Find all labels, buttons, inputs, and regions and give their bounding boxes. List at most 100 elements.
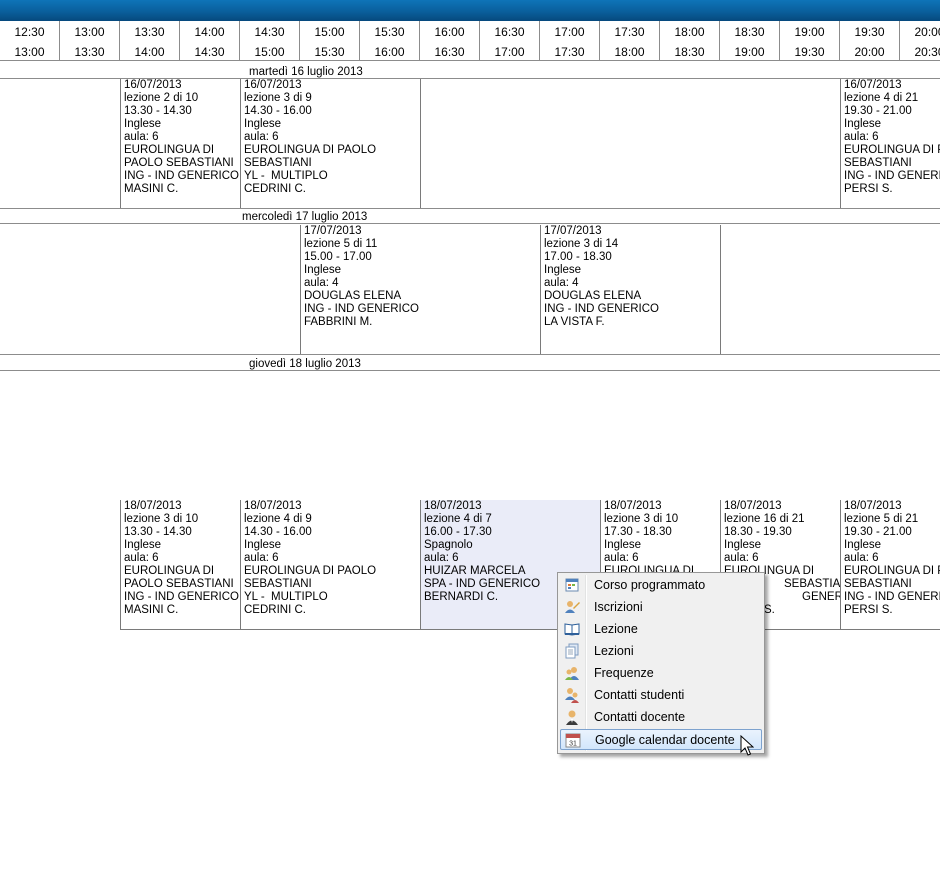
lesson-cell[interactable]: 16/07/2013 lezione 4 di 21 19.30 - 21.00 In… xyxy=(840,79,940,208)
timeslot: 13:00 13:30 xyxy=(60,21,120,61)
lesson-cell[interactable]: 16/07/2013 lezione 3 di 9 14.30 - 16.00 Ing… xyxy=(240,79,421,208)
lesson-number: lezione 3 di 10 xyxy=(124,513,199,525)
timeslot-end: 17:30 xyxy=(554,45,585,59)
lesson-client: EUROLINGUA DI xyxy=(124,144,215,156)
mouse-cursor-icon xyxy=(740,735,754,756)
lesson-student: FABBRINI M. xyxy=(304,316,373,328)
timeslot: 12:30 13:00 xyxy=(0,21,60,61)
lesson-client: EUROLINGUA DI xyxy=(124,565,215,577)
lesson-room: aula: 6 xyxy=(424,552,459,564)
lesson-client: EUROLINGUA DI PAOLO xyxy=(244,144,377,156)
timeslot-end: 20:00 xyxy=(854,45,885,59)
lesson-course: ING - IND GENERICO xyxy=(844,591,940,603)
timeslot-end: 19:30 xyxy=(794,45,825,59)
lesson-room: aula: 6 xyxy=(244,552,279,564)
lesson-date: 18/07/2013 xyxy=(424,500,482,512)
lesson-cell[interactable]: 17/07/2013 lezione 3 di 14 17.00 - 18.30 In… xyxy=(540,225,721,354)
timeslot: 19:30 20:00 xyxy=(840,21,900,61)
timeslot: 15:30 16:00 xyxy=(360,21,420,61)
timeslot-end: 20:30 xyxy=(914,45,940,59)
menu-item-corso-programmato[interactable]: Corso programmato xyxy=(560,575,762,596)
lesson-time: 17.30 - 18.30 xyxy=(604,526,672,538)
lesson-time: 18.30 - 19.30 xyxy=(724,526,792,538)
timeslot: 19:00 19:30 xyxy=(780,21,840,61)
lesson-room: aula: 4 xyxy=(544,277,579,289)
timeslot-start: 13:30 xyxy=(134,25,165,39)
timeslot-start: 19:00 xyxy=(794,25,825,39)
lesson-language: Inglese xyxy=(604,539,642,551)
lesson-time: 19.30 - 21.00 xyxy=(844,105,912,117)
menu-item-frequenze[interactable]: Frequenze xyxy=(560,663,762,684)
pages-icon xyxy=(564,643,580,659)
lesson-course: ING - IND GENERICO xyxy=(544,303,660,315)
lesson-date: 18/07/2013 xyxy=(244,500,302,512)
timeslot: 16:30 17:00 xyxy=(480,21,540,61)
lesson-language: Inglese xyxy=(304,264,342,276)
day-header: martedì 16 luglio 2013 xyxy=(0,66,940,79)
timeslot-start: 18:30 xyxy=(734,25,765,39)
lesson-client: SEBASTIANI xyxy=(844,578,912,590)
lesson-room: aula: 6 xyxy=(844,552,879,564)
lesson-time: 13.30 - 14.30 xyxy=(124,105,192,117)
lesson-language: Spagnolo xyxy=(424,539,473,551)
lesson-course: ING - IND GENERICO xyxy=(124,170,240,182)
lesson-language: Inglese xyxy=(244,118,282,130)
lesson-client: SEBASTIANI xyxy=(844,157,912,169)
lesson-cell[interactable]: 16/07/2013 lezione 2 di 10 13.30 - 14.30 In… xyxy=(120,79,241,208)
timeslot-end: 14:30 xyxy=(194,45,225,59)
lesson-teacher: MASINI C. xyxy=(124,604,179,616)
lesson-course: ING - IND GENERICO xyxy=(844,170,940,182)
lesson-client: SEBASTIANI xyxy=(244,157,312,169)
menu-item-label: Google calendar docente xyxy=(595,733,735,747)
timeslot-end: 18:30 xyxy=(674,45,705,59)
menu-item-contatti-docente[interactable]: Contatti docente xyxy=(560,707,762,728)
timeslot-start: 16:30 xyxy=(494,25,525,39)
lesson-date: 16/07/2013 xyxy=(124,79,182,91)
day-header: giovedì 18 luglio 2013 xyxy=(0,358,940,371)
menu-item-label: Corso programmato xyxy=(594,578,706,592)
lesson-client: EUROLINGUA DI P. xyxy=(844,144,940,156)
lesson-cell[interactable]: 18/07/2013 lezione 5 di 21 19.30 - 21.00 In… xyxy=(840,500,940,630)
menu-item-lezioni[interactable]: Lezioni xyxy=(560,641,762,662)
timeslot: 17:00 17:30 xyxy=(540,21,600,61)
time-header: 12:30 13:00 13:00 13:30 13:30 14:00 14:00 14… xyxy=(0,21,940,63)
menu-item-lezione[interactable]: Lezione xyxy=(560,619,762,640)
timeslot-start: 17:00 xyxy=(554,25,585,39)
lesson-room: aula: 6 xyxy=(604,552,639,564)
lesson-language: Inglese xyxy=(724,539,762,551)
lesson-number: lezione 4 di 7 xyxy=(424,513,492,525)
timeslot-end: 18:00 xyxy=(614,45,645,59)
timeslot-start: 15:30 xyxy=(374,25,405,39)
lesson-teacher: DOUGLAS ELENA xyxy=(304,290,402,302)
lesson-language: Inglese xyxy=(844,118,882,130)
lesson-cell[interactable]: 18/07/2013 lezione 4 di 9 14.30 - 16.00 Ing… xyxy=(240,500,421,630)
lesson-course: ING - IND GENERICO xyxy=(124,591,240,603)
timeslot: 18:00 18:30 xyxy=(660,21,720,61)
lesson-date: 17/07/2013 xyxy=(544,225,602,237)
menu-item-google-calendar-docente[interactable]: 31 Google calendar docente xyxy=(560,729,762,750)
lesson-cell[interactable]: 18/07/2013 lezione 3 di 10 13.30 - 14.30 In… xyxy=(120,500,241,630)
lesson-number: lezione 5 di 21 xyxy=(844,513,919,525)
svg-text:31: 31 xyxy=(569,741,577,748)
timeslot-end: 14:00 xyxy=(134,45,165,59)
timeslot-start: 13:00 xyxy=(74,25,105,39)
timeslot-start: 16:00 xyxy=(434,25,465,39)
lesson-client: EUROLINGUA DI PAOLO xyxy=(244,565,377,577)
lesson-time: 14.30 - 16.00 xyxy=(244,526,312,538)
lesson-number: lezione 3 di 10 xyxy=(604,513,679,525)
timeslot: 16:00 16:30 xyxy=(420,21,480,61)
menu-item-iscrizioni[interactable]: Iscrizioni xyxy=(560,597,762,618)
lesson-language: Inglese xyxy=(124,539,162,551)
lesson-cell[interactable]: 17/07/2013 lezione 5 di 11 15.00 - 17.00 In… xyxy=(300,225,541,354)
enrollments-icon xyxy=(564,599,580,615)
lesson-language: Inglese xyxy=(244,539,282,551)
lesson-date: 17/07/2013 xyxy=(304,225,362,237)
day-title: giovedì 18 luglio 2013 xyxy=(249,358,361,370)
day-title: mercoledì 17 luglio 2013 xyxy=(242,211,368,223)
lesson-room: aula: 4 xyxy=(304,277,339,289)
lesson-teacher: PERSI S. xyxy=(844,604,893,616)
timeslot-end: 13:30 xyxy=(74,45,105,59)
timeslot: 13:30 14:00 xyxy=(120,21,180,61)
timeslot-start: 14:30 xyxy=(254,25,285,39)
menu-item-contatti-studenti[interactable]: Contatti studenti xyxy=(560,685,762,706)
